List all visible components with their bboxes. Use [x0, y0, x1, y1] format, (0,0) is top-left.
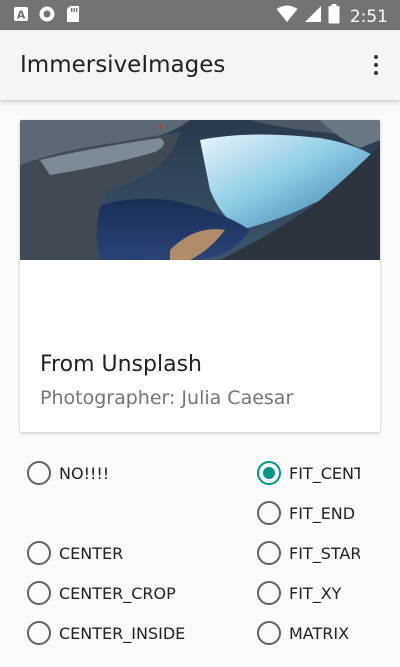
radio-button-icon [257, 541, 281, 565]
keyboard-icon: A [12, 5, 30, 23]
battery-icon [328, 4, 340, 29]
app-title: ImmersiveImages [20, 52, 226, 78]
image-card[interactable]: From Unsplash Photographer: Julia Caesar [20, 120, 380, 432]
radio-matrix[interactable]: MATRIX [257, 620, 360, 646]
wifi-icon [276, 5, 298, 28]
radio-center-crop[interactable]: CENTER_CROP [27, 580, 207, 606]
radio-center[interactable]: CENTER [27, 540, 207, 566]
radio-center-inside[interactable]: CENTER_INSIDE [27, 620, 207, 646]
radio-label: FIT_START [289, 543, 360, 563]
radio-fit-center[interactable]: FIT_CENTER [257, 460, 360, 486]
card-subtitle: Photographer: Julia Caesar [40, 387, 294, 409]
radio-label: CENTER [59, 543, 124, 563]
radio-fit-end[interactable]: FIT_END [257, 500, 360, 526]
radio-button-icon [257, 621, 281, 645]
status-bar: A 2:51 [0, 0, 400, 30]
radio-label: FIT_CENTER [289, 463, 360, 483]
landscape-image [20, 120, 380, 260]
radio-button-icon [27, 621, 51, 645]
card-title: From Unsplash [40, 352, 202, 377]
radio-no[interactable]: NO!!!! [27, 460, 207, 486]
radio-label: NO!!!! [59, 463, 110, 483]
radio-fit-start[interactable]: FIT_START [257, 540, 360, 566]
radio-button-icon [27, 461, 51, 485]
radio-label: MATRIX [289, 623, 350, 643]
radio-button-icon [27, 581, 51, 605]
radio-fit-xy[interactable]: FIT_XY [257, 580, 360, 606]
more-vert-icon[interactable] [366, 50, 386, 80]
radio-label: FIT_XY [289, 583, 342, 603]
signal-icon [304, 5, 322, 28]
radio-button-icon [257, 501, 281, 525]
radio-label: CENTER_CROP [59, 583, 176, 603]
circle-icon [38, 5, 56, 23]
radio-label: CENTER_INSIDE [59, 623, 186, 643]
sd-card-icon [64, 5, 82, 23]
svg-text:A: A [17, 9, 26, 22]
radio-label: FIT_END [289, 503, 356, 523]
app-bar: ImmersiveImages [0, 30, 400, 100]
radio-button-icon [257, 461, 281, 485]
status-time: 2:51 [349, 6, 388, 27]
radio-button-icon [257, 581, 281, 605]
radio-button-icon [27, 541, 51, 565]
